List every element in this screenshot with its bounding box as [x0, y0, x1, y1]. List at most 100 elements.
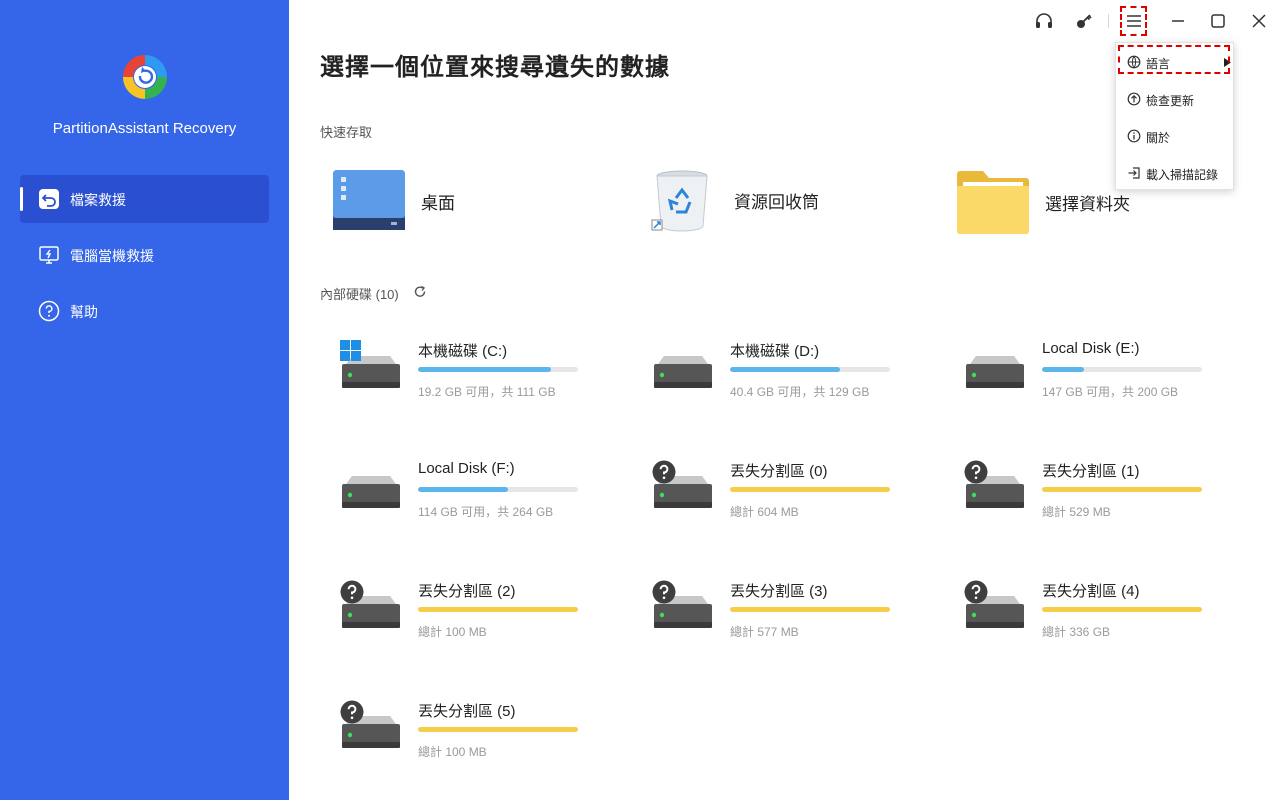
hard-disk-icon [964, 460, 1024, 508]
help-icon [38, 300, 60, 322]
maximize-icon [1211, 14, 1225, 28]
quick-access-label-recycle-bin: 資源回收筒 [734, 192, 819, 212]
disk-info: 19.2 GB 可用，共 111 GB [418, 385, 556, 399]
nav-item-crash-recovery[interactable]: 電腦當機救援 [20, 231, 269, 279]
sidebar: PartitionAssistant Recovery 檔案救援 電腦當機救援 … [0, 0, 289, 800]
quick-access-recycle-bin[interactable]: 資源回收筒 [650, 168, 819, 232]
disk-item[interactable]: 丟失分割區 (1) 總計 529 MB [964, 460, 1254, 540]
disk-info: 總計 529 MB [1042, 505, 1111, 519]
titlebar-divider [1108, 14, 1109, 28]
nav-label: 電腦當機救援 [70, 248, 154, 264]
quick-access-label: 快速存取 [320, 125, 373, 140]
disk-capacity-bar [1042, 487, 1202, 492]
app-logo-icon [123, 55, 167, 99]
menu-item-check-update[interactable]: 檢查更新 [1116, 84, 1235, 114]
disk-item[interactable]: 丟失分割區 (5) 總計 100 MB [340, 700, 630, 780]
disk-capacity-bar [418, 727, 578, 732]
disk-item[interactable]: 丟失分割區 (2) 總計 100 MB [340, 580, 630, 660]
disk-capacity-fill [1042, 607, 1202, 612]
menu-item-label: 檢查更新 [1146, 94, 1195, 108]
disk-name: Local Disk (E:) [1042, 340, 1140, 357]
disk-name: 本機磁碟 (D:) [730, 343, 820, 360]
hard-disk-icon [964, 580, 1024, 628]
nav-item-help[interactable]: 幫助 [20, 287, 269, 335]
hard-disk-icon [652, 460, 712, 508]
disk-item[interactable]: Local Disk (F:) 114 GB 可用，共 264 GB [340, 460, 630, 540]
info-icon [1127, 129, 1141, 143]
disk-capacity-bar [730, 367, 890, 372]
disk-capacity-fill [418, 487, 508, 492]
disk-info: 總計 100 MB [418, 745, 487, 759]
disk-capacity-fill [730, 607, 890, 612]
nav-label: 檔案救援 [70, 192, 126, 208]
folder-icon [957, 171, 1029, 234]
disk-info: 40.4 GB 可用，共 129 GB [730, 385, 870, 399]
import-icon [1128, 167, 1140, 179]
disk-name: 丟失分割區 (1) [1042, 463, 1140, 480]
hard-disk-icon [652, 580, 712, 628]
support-button[interactable] [1033, 10, 1055, 32]
menu-item-load-scan-record[interactable]: 載入掃描記錄 [1116, 158, 1235, 188]
hard-disk-icon [654, 356, 712, 388]
monitor-crash-icon [39, 246, 59, 264]
refresh-icon[interactable] [413, 285, 427, 299]
disk-capacity-bar [418, 607, 578, 612]
quick-access-select-folder[interactable]: 選擇資料夾 [957, 170, 1130, 234]
disk-capacity-fill [418, 607, 578, 612]
close-button[interactable] [1248, 10, 1270, 32]
disk-capacity-fill [418, 367, 551, 372]
disk-item[interactable]: 丟失分割區 (3) 總計 577 MB [652, 580, 942, 660]
undo-file-icon [39, 189, 59, 209]
hard-disk-icon [340, 340, 400, 388]
update-icon [1127, 92, 1141, 106]
recycle-bin-icon [651, 170, 708, 232]
disk-capacity-bar [1042, 367, 1202, 372]
internal-disks-label: 內部硬碟 (10) [320, 287, 399, 302]
disk-name: 本機磁碟 (C:) [418, 343, 508, 360]
nav-label: 幫助 [70, 304, 98, 320]
disk-name: 丟失分割區 (5) [418, 703, 516, 720]
disk-capacity-bar [418, 487, 578, 492]
disk-capacity-fill [730, 367, 841, 372]
quick-access-desktop[interactable]: 桌面 [333, 170, 455, 232]
menu-item-label: 關於 [1146, 131, 1171, 145]
disk-name: 丟失分割區 (2) [418, 583, 516, 600]
disk-capacity-fill [1042, 487, 1202, 492]
language-item-highlight [1118, 45, 1230, 74]
hard-disk-icon [340, 700, 400, 748]
maximize-button[interactable] [1207, 10, 1229, 32]
disk-info: 147 GB 可用，共 200 GB [1042, 385, 1179, 399]
nav-item-file-recovery[interactable]: 檔案救援 [20, 175, 269, 223]
disk-item[interactable]: 本機磁碟 (C:) 19.2 GB 可用，共 111 GB [340, 340, 630, 420]
hard-disk-icon [966, 356, 1024, 388]
license-button[interactable] [1073, 10, 1095, 32]
disk-name: 丟失分割區 (0) [730, 463, 828, 480]
disk-name: 丟失分割區 (3) [730, 583, 828, 600]
minimize-icon [1172, 20, 1184, 22]
disk-name: 丟失分割區 (4) [1042, 583, 1140, 600]
disk-capacity-fill [1042, 367, 1084, 372]
minimize-button[interactable] [1167, 10, 1189, 32]
menu-item-label: 載入掃描記錄 [1146, 168, 1219, 182]
disk-item[interactable]: 丟失分割區 (4) 總計 336 GB [964, 580, 1254, 660]
disk-item[interactable]: Local Disk (E:) 147 GB 可用，共 200 GB [964, 340, 1254, 420]
hard-disk-icon [340, 580, 400, 628]
disk-info: 總計 577 MB [730, 625, 799, 639]
disk-name: Local Disk (F:) [418, 460, 515, 477]
quick-access-label-desktop: 桌面 [421, 193, 455, 213]
headset-icon [1036, 13, 1052, 28]
menu-item-about[interactable]: 關於 [1116, 121, 1235, 151]
disk-info: 114 GB 可用，共 264 GB [418, 505, 554, 519]
disk-capacity-bar [1042, 607, 1202, 612]
disk-info: 總計 100 MB [418, 625, 487, 639]
disk-capacity-bar [418, 367, 578, 372]
hard-disk-icon [342, 476, 400, 508]
disk-capacity-bar [730, 487, 890, 492]
disk-item[interactable]: 丟失分割區 (0) 總計 604 MB [652, 460, 942, 540]
disk-info: 總計 604 MB [730, 505, 799, 519]
active-indicator [20, 187, 23, 211]
disk-item[interactable]: 本機磁碟 (D:) 40.4 GB 可用，共 129 GB [652, 340, 942, 420]
disk-capacity-bar [730, 607, 890, 612]
disk-capacity-fill [418, 727, 578, 732]
page-title: 選擇一個位置來搜尋遺失的數據 [320, 54, 670, 81]
